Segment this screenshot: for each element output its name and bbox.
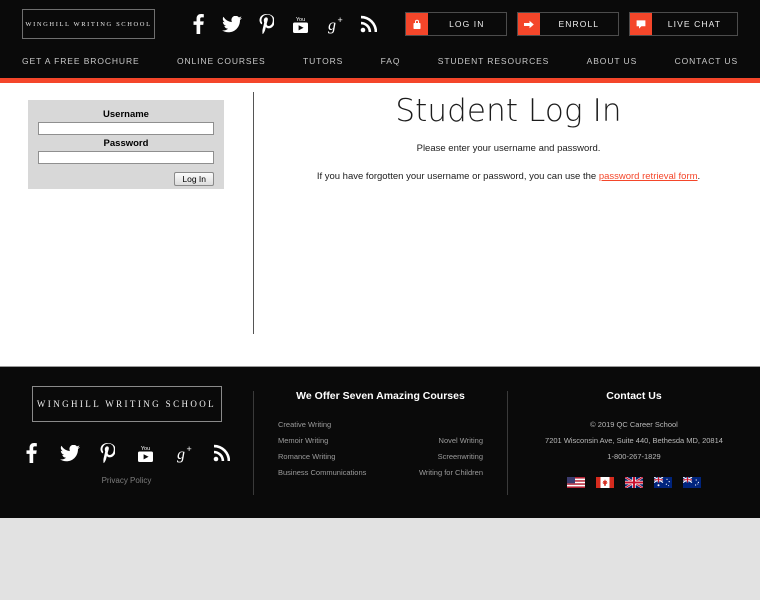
login-button-label: LOG IN <box>449 19 485 29</box>
contact-copyright: © 2019 QC Career School <box>590 420 678 429</box>
flag-usa[interactable] <box>567 475 585 488</box>
course-item[interactable]: Screenwriting <box>381 452 483 461</box>
contact-phone: 1-800-267-1829 <box>607 452 661 461</box>
username-label: Username <box>103 109 149 120</box>
courses-list: Creative Writing Memoir Writing Novel Wr… <box>254 420 507 477</box>
login-submit-button[interactable]: Log In <box>174 172 214 186</box>
nav-item-brochure[interactable]: GET A FREE BROCHURE <box>22 56 140 66</box>
header-social-links: You g + <box>187 11 379 37</box>
pinterest-icon[interactable] <box>255 11 277 37</box>
site-footer: WINGHILL WRITING SCHOOL You g + Privacy … <box>0 366 760 518</box>
nav-item-online-courses[interactable]: ONLINE COURSES <box>177 56 266 66</box>
password-retrieval-link[interactable]: password retrieval form <box>599 171 698 182</box>
retrieval-suffix: . <box>697 171 701 182</box>
svg-text:You: You <box>295 17 304 23</box>
course-item[interactable]: Romance Writing <box>278 452 381 461</box>
nav-item-student-resources[interactable]: STUDENT RESOURCES <box>438 56 550 66</box>
footer-social-links: You g + <box>0 441 253 465</box>
contact-heading: Contact Us <box>606 390 662 402</box>
flag-australia[interactable] <box>653 475 672 488</box>
courses-heading: We Offer Seven Amazing Courses <box>296 390 465 402</box>
contact-address: 7201 Wisconsin Ave, Suite 440, Bethesda … <box>545 436 723 445</box>
twitter-icon[interactable] <box>59 441 81 465</box>
nav-item-contact-us[interactable]: CONTACT US <box>675 56 738 66</box>
page-bottom-strip <box>0 518 760 600</box>
login-form-panel: Username Password Log In <box>28 100 224 189</box>
login-button[interactable]: LOG IN <box>404 12 507 36</box>
lock-icon <box>405 13 428 35</box>
twitter-icon[interactable] <box>221 11 243 37</box>
flag-newzealand[interactable] <box>682 475 701 488</box>
live-chat-button[interactable]: LIVE CHAT <box>628 12 738 36</box>
course-item <box>381 420 484 429</box>
pinterest-icon[interactable] <box>97 441 119 465</box>
flag-canada[interactable] <box>596 475 614 488</box>
rss-icon[interactable] <box>357 11 379 37</box>
svg-text:+: + <box>337 15 342 25</box>
course-item[interactable]: Memoir Writing <box>278 436 381 445</box>
country-flags <box>508 475 760 489</box>
password-retrieval-text: If you have forgotten your username or p… <box>265 171 752 182</box>
chat-bubble-icon <box>629 13 652 35</box>
login-button-row: Log In <box>38 172 214 186</box>
nav-item-about-us[interactable]: ABOUT US <box>587 56 638 66</box>
googleplus-icon[interactable]: g + <box>173 441 195 465</box>
live-chat-button-label: LIVE CHAT <box>667 19 721 29</box>
googleplus-icon[interactable]: g + <box>323 11 345 37</box>
svg-text:g: g <box>328 17 336 34</box>
course-item[interactable]: Writing for Children <box>381 468 483 477</box>
header-top-row: WINGHILL WRITING SCHOOL You g + LOG IN E… <box>0 0 760 48</box>
svg-text:g: g <box>177 446 185 463</box>
enroll-button-label: ENROLL <box>558 19 600 29</box>
site-header: WINGHILL WRITING SCHOOL You g + LOG IN E… <box>0 0 760 78</box>
footer-courses-column: We Offer Seven Amazing Courses Creative … <box>254 367 507 477</box>
facebook-icon[interactable] <box>21 441 43 465</box>
login-subtitle: Please enter your username and password. <box>416 143 601 154</box>
footer-logo[interactable]: WINGHILL WRITING SCHOOL <box>31 386 222 422</box>
login-info-column: Student Log In Please enter your usernam… <box>265 83 752 182</box>
svg-text:+: + <box>187 444 192 454</box>
password-input[interactable] <box>38 151 214 164</box>
footer-brand-column: WINGHILL WRITING SCHOOL You g + Privacy … <box>0 367 253 485</box>
header-logo-text: WINGHILL WRITING SCHOOL <box>25 20 152 28</box>
nav-item-faq[interactable]: FAQ <box>381 56 401 66</box>
nav-item-tutors[interactable]: TUTORS <box>303 56 343 66</box>
youtube-icon[interactable]: You <box>135 441 157 465</box>
youtube-icon[interactable]: You <box>289 11 311 37</box>
main-navigation: GET A FREE BROCHURE ONLINE COURSES TUTOR… <box>0 48 760 74</box>
page-title: Student Log In <box>395 93 622 129</box>
retrieval-prefix: If you have forgotten your username or p… <box>316 171 599 182</box>
footer-contact-column: Contact Us © 2019 QC Career School 7201 … <box>508 367 760 489</box>
page-root: WINGHILL WRITING SCHOOL You g + LOG IN E… <box>0 0 760 600</box>
content-vertical-divider <box>253 92 254 334</box>
flag-uk[interactable] <box>624 475 644 489</box>
privacy-policy-link[interactable]: Privacy Policy <box>0 476 253 485</box>
course-item[interactable]: Novel Writing <box>381 436 483 445</box>
header-logo[interactable]: WINGHILL WRITING SCHOOL <box>22 9 155 39</box>
arrow-right-icon <box>517 13 540 35</box>
course-item[interactable]: Business Communications <box>278 468 381 477</box>
main-content: Username Password Log In Student Log In … <box>0 83 760 366</box>
rss-icon[interactable] <box>211 441 233 465</box>
svg-text:You: You <box>141 446 150 452</box>
password-label: Password <box>103 138 149 149</box>
footer-logo-text: WINGHILL WRITING SCHOOL <box>36 399 217 409</box>
facebook-icon[interactable] <box>187 11 209 37</box>
course-item[interactable]: Creative Writing <box>278 420 381 429</box>
username-input[interactable] <box>38 122 214 135</box>
header-action-buttons: LOG IN ENROLL LIVE CHAT <box>404 12 738 36</box>
enroll-button[interactable]: ENROLL <box>516 12 619 36</box>
